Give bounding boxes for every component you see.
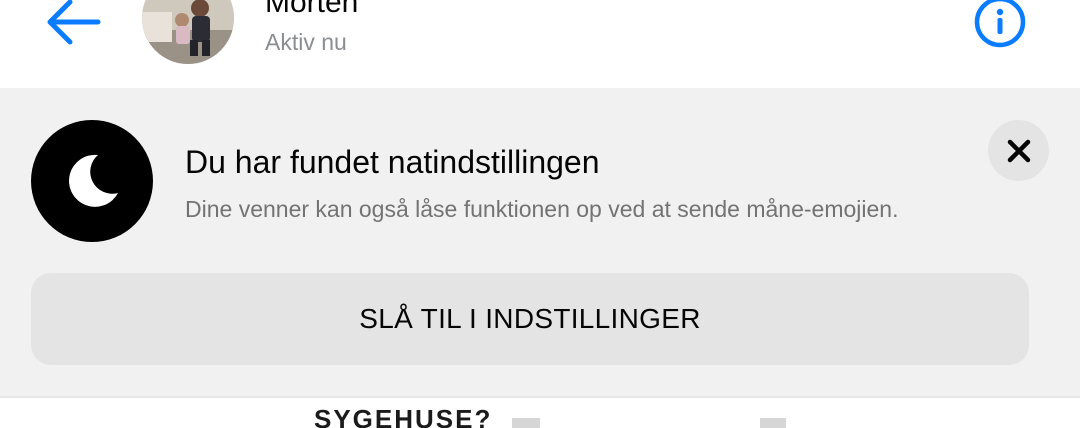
partial-sticker-text: SYGEHUSE? [314,404,493,428]
moon-icon [69,154,118,207]
message-area[interactable]: SYGEHUSE? [0,398,1080,428]
avatar-photo [142,0,234,64]
contact-name[interactable]: Morten [265,0,358,20]
enable-in-settings-button[interactable]: SLÅ TIL I INDSTILLINGER [31,273,1029,365]
info-button[interactable] [972,0,1028,50]
arrow-left-icon [47,0,101,45]
close-icon [1007,139,1030,162]
sticker-fragment [512,418,540,428]
active-status: Aktiv nu [265,29,347,55]
moon-badge [31,120,153,242]
info-icon [974,0,1026,48]
banner-description: Dine venner kan også låse funktionen op … [185,196,899,222]
sticker-fragment [760,418,786,428]
banner-title: Du har fundet natindstillingen [185,144,600,180]
back-button[interactable] [36,0,108,54]
close-banner-button[interactable] [988,120,1049,181]
contact-avatar[interactable] [142,0,234,64]
night-mode-banner: Du har fundet natindstillingen Dine venn… [0,88,1080,396]
conversation-header: Morten Aktiv nu [0,0,1080,88]
